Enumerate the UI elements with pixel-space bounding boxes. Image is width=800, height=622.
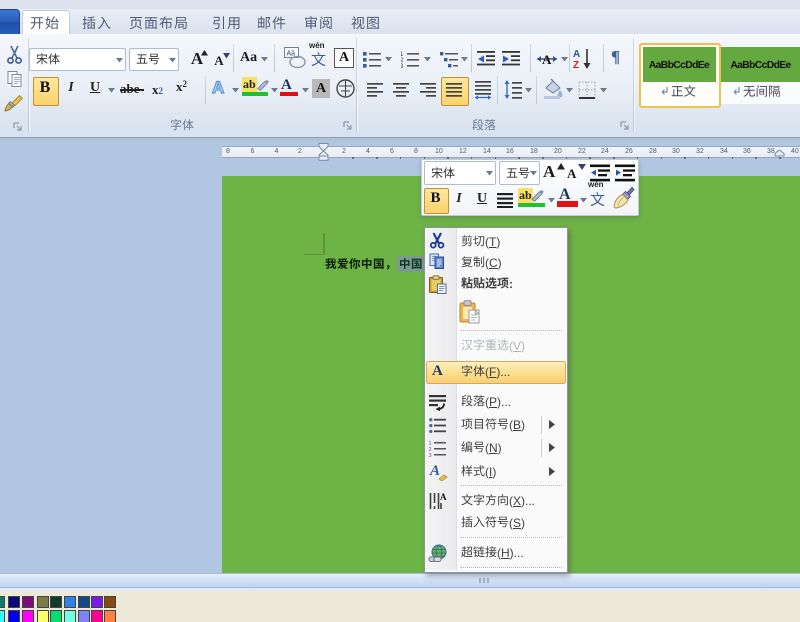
svg-text:Z: Z — [573, 60, 579, 71]
svg-text:A: A — [573, 49, 580, 60]
svg-text:A: A — [440, 492, 447, 502]
svg-text:A: A — [542, 52, 552, 67]
svg-text:3: 3 — [401, 64, 404, 69]
svg-text:3: 3 — [429, 453, 432, 457]
